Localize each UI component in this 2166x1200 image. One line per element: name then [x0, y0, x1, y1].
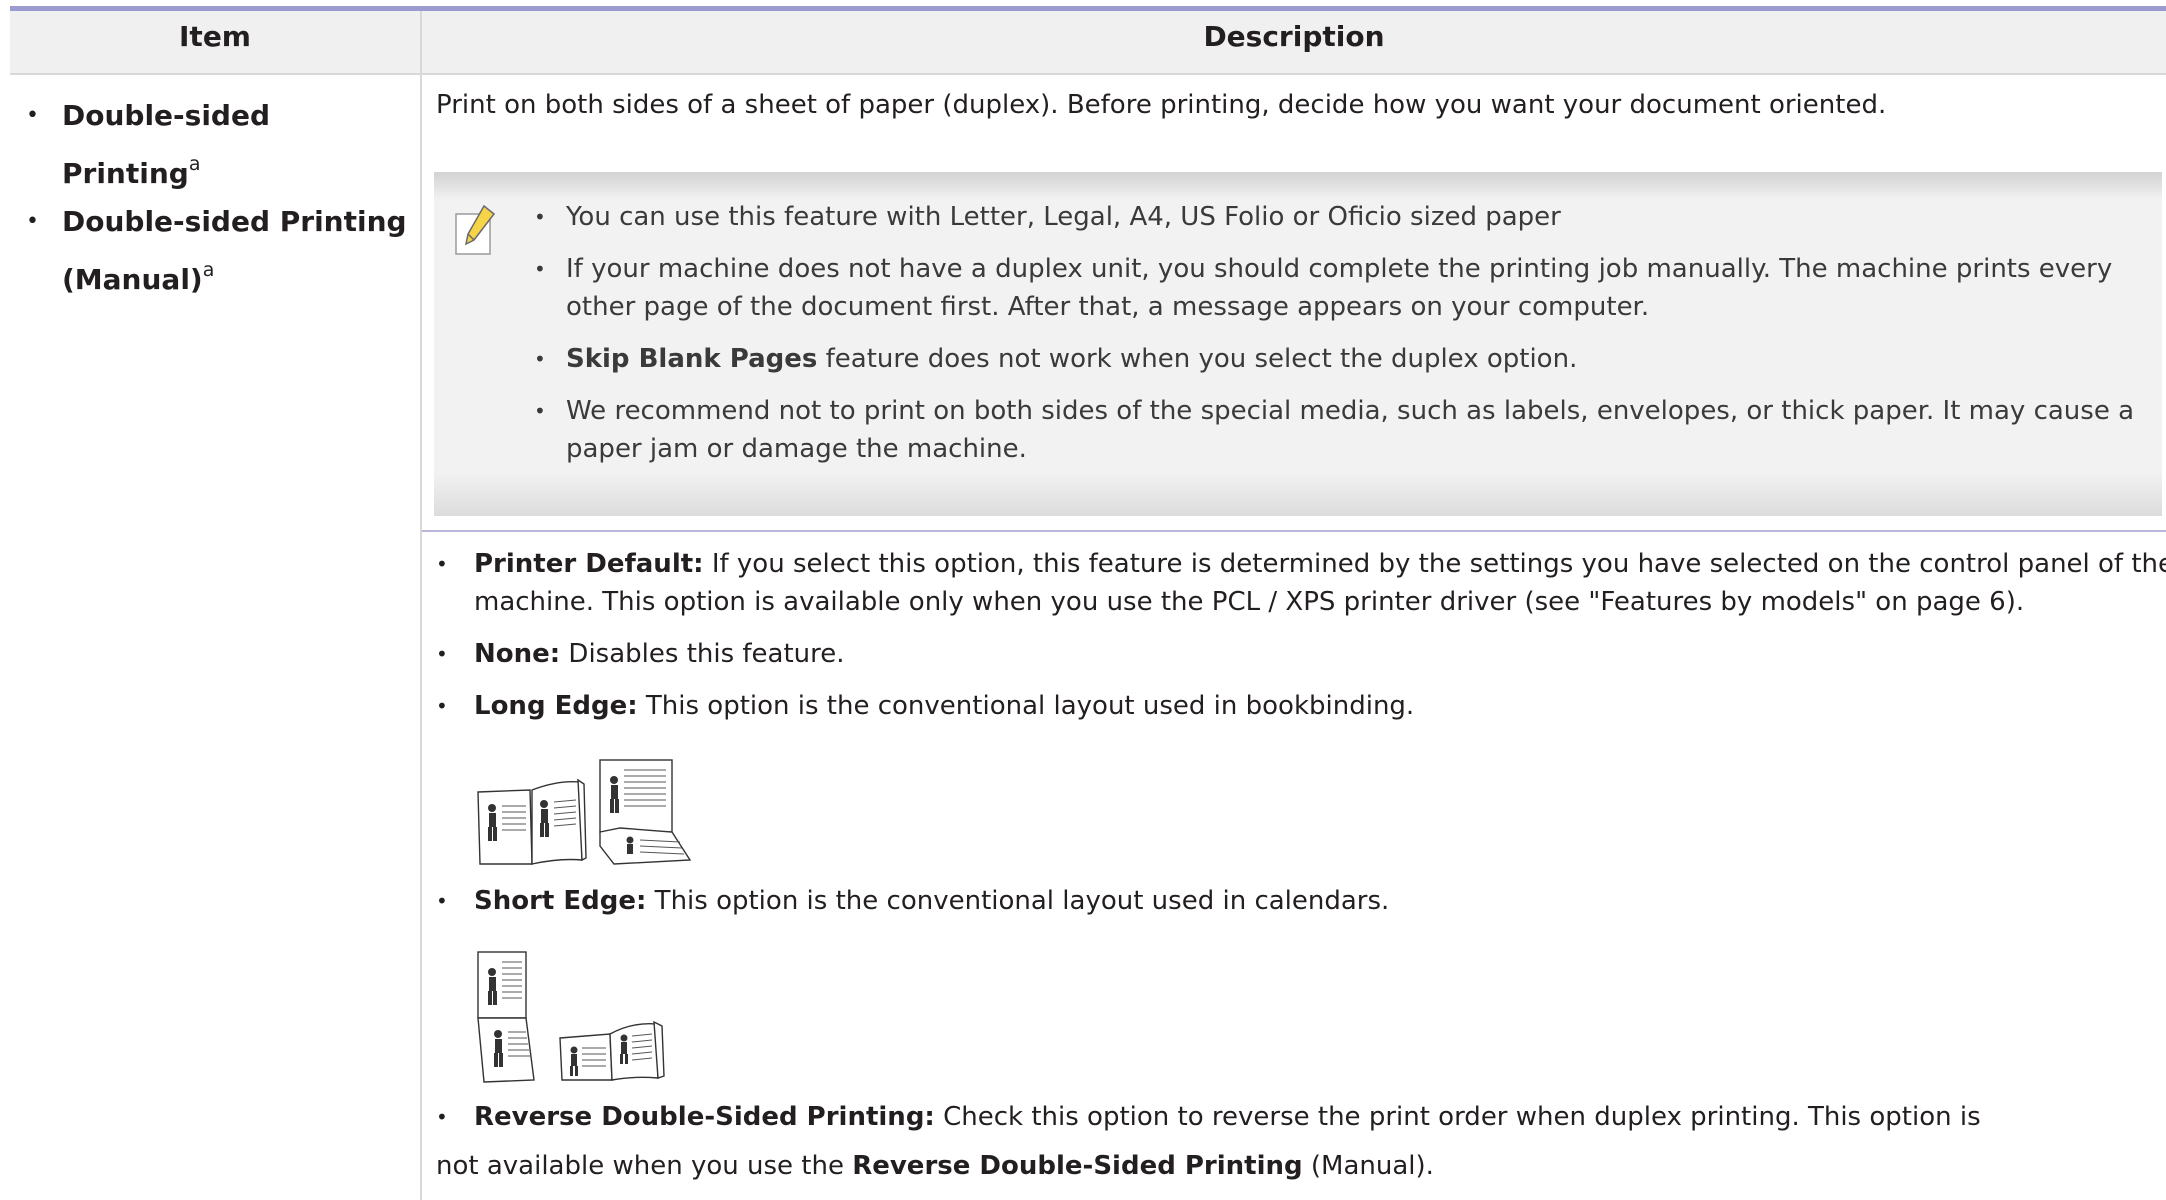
- item-list: • Double-sided Printinga • Double-sided …: [22, 92, 412, 304]
- option-text: Disables this feature.: [560, 639, 845, 669]
- option-text: If you select this option, this feature …: [474, 549, 2166, 617]
- item-label: Double-sided Printing (Manual): [62, 205, 407, 296]
- note-text: If your machine does not have a duplex u…: [566, 254, 2113, 322]
- bullet: •: [26, 209, 39, 234]
- bullet: •: [436, 889, 448, 913]
- bullet: •: [534, 257, 546, 281]
- bullet: •: [436, 1105, 448, 1129]
- option-name: Printer Default:: [474, 549, 704, 579]
- option-text: This option is the conventional layout u…: [646, 886, 1390, 916]
- bullet: •: [436, 642, 448, 666]
- bullet: •: [534, 347, 546, 371]
- footnote-marker: a: [202, 259, 215, 281]
- note-box: • You can use this feature with Letter, …: [434, 172, 2162, 516]
- item-label: Double-sided Printing: [62, 99, 271, 190]
- note-item: • You can use this feature with Letter, …: [526, 198, 2146, 236]
- option-name: Long Edge:: [474, 691, 638, 721]
- list-item: • Double-sided Printinga: [22, 92, 412, 198]
- note-item: • If your machine does not have a duplex…: [526, 250, 2146, 326]
- footnote-marker: a: [188, 153, 201, 175]
- note-pencil-icon: [455, 204, 496, 255]
- option-long-edge: • Long Edge: This option is the conventi…: [436, 687, 2166, 725]
- bullet: •: [534, 205, 546, 229]
- column-header-item: Item: [179, 20, 251, 53]
- bullet: •: [436, 694, 448, 718]
- note-text: feature does not work when you select th…: [817, 344, 1578, 374]
- note-text: We recommend not to print on both sides …: [566, 396, 2135, 464]
- note-item: • We recommend not to print on both side…: [526, 392, 2146, 468]
- trailing-bold-term: Reverse Double-Sided Printing: [852, 1151, 1303, 1181]
- column-divider: [420, 11, 422, 1200]
- short-edge-duplex-illustration: [477, 951, 665, 1083]
- list-item: • Double-sided Printing (Manual)a: [22, 198, 412, 304]
- note-text: You can use this feature with Letter, Le…: [566, 202, 1561, 232]
- note-item: • Skip Blank Pages feature does not work…: [526, 340, 2146, 378]
- section-separator: [422, 530, 2166, 532]
- bullet: •: [534, 399, 546, 423]
- option-text: This option is the conventional layout u…: [637, 691, 1415, 721]
- option-name: Reverse Double-Sided Printing:: [474, 1102, 935, 1132]
- option-short-edge: • Short Edge: This option is the convent…: [436, 882, 2166, 920]
- trailing-text-end: (Manual).: [1302, 1151, 1434, 1181]
- trailing-paragraph: not available when you use the Reverse D…: [436, 1151, 1434, 1181]
- trailing-text: not available when you use the: [436, 1151, 853, 1181]
- description-intro: Print on both sides of a sheet of paper …: [436, 90, 1887, 120]
- note-bold-term: Skip Blank Pages: [566, 344, 818, 374]
- option-text: Check this option to reverse the print o…: [934, 1102, 1981, 1132]
- column-header-description: Description: [1203, 20, 1385, 53]
- bullet: •: [26, 103, 39, 128]
- option-none: • None: Disables this feature.: [436, 635, 2166, 673]
- option-reverse-double-sided: • Reverse Double-Sided Printing: Check t…: [436, 1098, 2166, 1136]
- option-name: Short Edge:: [474, 886, 647, 916]
- option-name: None:: [474, 639, 561, 669]
- option-printer-default: • Printer Default: If you select this op…: [436, 545, 2166, 621]
- long-edge-duplex-illustration: [477, 759, 692, 865]
- bullet: •: [436, 552, 448, 576]
- note-list: • You can use this feature with Letter, …: [526, 198, 2146, 482]
